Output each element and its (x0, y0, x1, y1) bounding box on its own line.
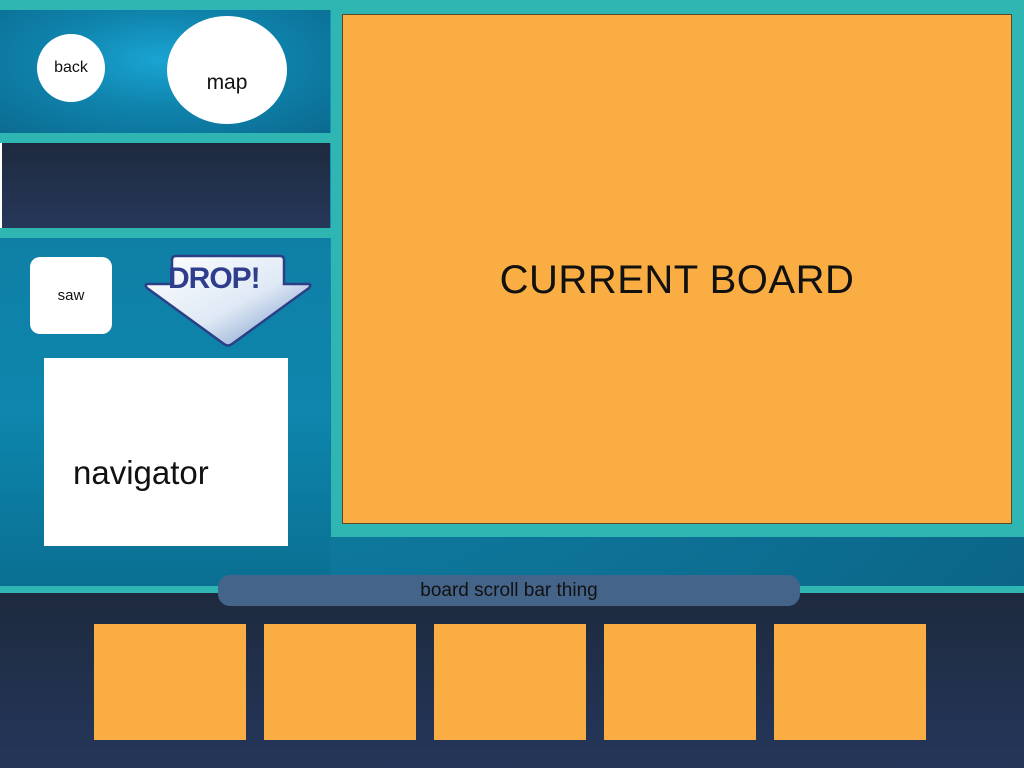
left-divider-bar-1 (0, 133, 331, 143)
board-thumbnail[interactable] (604, 624, 756, 740)
drop-label: DROP! (168, 262, 261, 295)
saw-button-label: saw (57, 287, 85, 304)
board-thumbnail[interactable] (94, 624, 246, 740)
back-button-label: back (54, 59, 88, 76)
saw-button[interactable]: saw (30, 257, 112, 334)
current-board-label: CURRENT BOARD (499, 258, 855, 302)
board-scroll-bar-label: board scroll bar thing (420, 579, 598, 601)
board-thumbnail[interactable] (264, 624, 416, 740)
navigator-label: navigator (73, 454, 209, 491)
current-board[interactable]: CURRENT BOARD (342, 14, 1012, 524)
left-divider-bar-2 (0, 228, 331, 238)
navigator-panel[interactable]: navigator (44, 358, 288, 546)
board-thumbnail[interactable] (434, 624, 586, 740)
board-scroll-bar[interactable]: board scroll bar thing (218, 575, 800, 606)
map-button[interactable]: map (167, 16, 287, 124)
map-button-label: map (206, 71, 248, 94)
left-dark-strip (0, 143, 330, 228)
top-frame-bar (0, 0, 1024, 10)
back-button[interactable]: back (37, 34, 105, 102)
board-thumbnail[interactable] (774, 624, 926, 740)
app-root: back map saw DROP! navigator CURRENT BOA… (0, 0, 1024, 768)
